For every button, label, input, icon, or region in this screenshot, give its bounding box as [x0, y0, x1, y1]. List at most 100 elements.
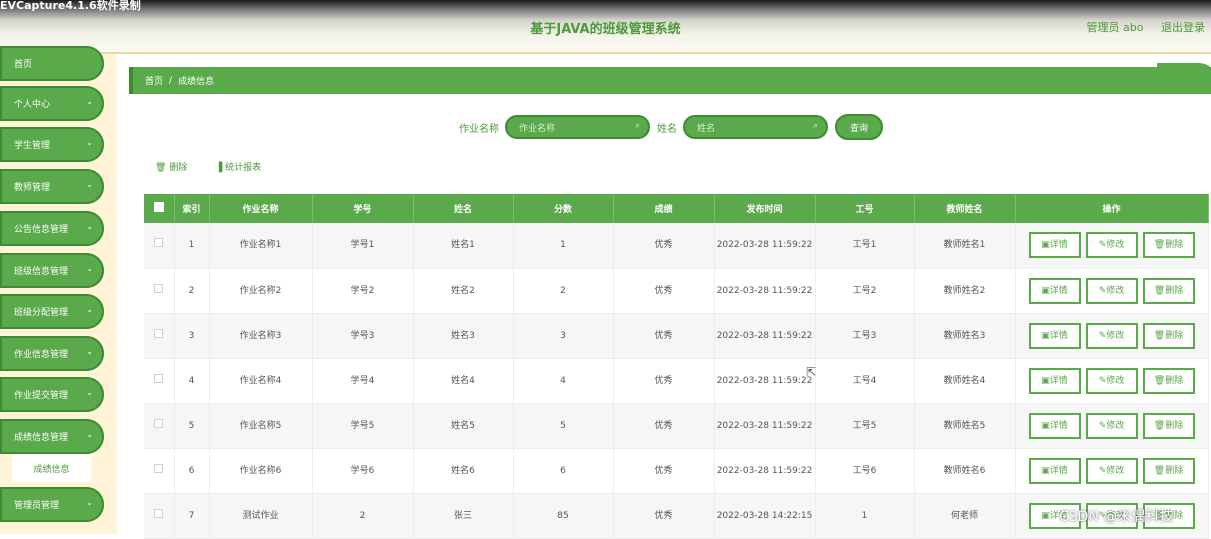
- sidebar-item[interactable]: 成绩信息管理 ⌄: [0, 419, 104, 454]
- detail-button[interactable]: ▣ 详情: [1028, 412, 1081, 439]
- delete-button[interactable]: 🗑 删除: [1142, 457, 1195, 484]
- row-checkbox[interactable]: [144, 448, 175, 494]
- table-row: 1 作业名称1 学号1 姓名1 1 优秀 2022-03-28 11:59:22 工号1 教师姓…: [144, 223, 1209, 269]
- trash-icon: 🗑: [1153, 375, 1166, 386]
- table-cell: 优秀: [613, 313, 715, 359]
- table-cell: 学号6: [312, 448, 414, 494]
- checkbox-icon: [154, 508, 164, 518]
- table-cell: 作业名称5: [209, 403, 313, 449]
- trash-icon: 🗑: [1153, 285, 1166, 296]
- select-all-checkbox[interactable]: [144, 194, 175, 223]
- table-cell: 教师姓名2: [914, 268, 1016, 314]
- trash-icon: 🗑: [1153, 330, 1166, 341]
- sidebar-subitem-scores[interactable]: 成绩信息: [12, 454, 91, 482]
- edit-button[interactable]: ✎ 修改: [1085, 232, 1138, 259]
- row-checkbox[interactable]: [144, 403, 175, 449]
- document-icon: ▣: [1041, 285, 1050, 296]
- table-cell: 姓名2: [413, 268, 514, 314]
- document-icon: ▣: [1041, 465, 1050, 476]
- checkbox-icon: [154, 328, 164, 338]
- table-cell: 2022-03-28 11:59:22: [714, 403, 816, 449]
- column-header: 成绩: [613, 194, 715, 223]
- query-button[interactable]: 查询: [835, 114, 883, 140]
- table-cell: 2022-03-28 11:59:22: [714, 223, 816, 269]
- sidebar-item[interactable]: 首页: [0, 46, 104, 81]
- detail-button[interactable]: ▣ 详情: [1028, 232, 1081, 259]
- breadcrumb-home[interactable]: 首页: [145, 74, 163, 87]
- table-cell: 3: [513, 313, 614, 359]
- table-row: 7 测试作业 2 张三 85 优秀 2022-03-28 14:22:15 1 何老师 ▣ 详情 ✎…: [144, 493, 1209, 539]
- edit-button[interactable]: ✎ 修改: [1085, 412, 1138, 439]
- breadcrumb: 首页 / 成绩信息: [129, 63, 1211, 94]
- sidebar-item-label: 个人中心: [14, 100, 51, 110]
- sidebar-item[interactable]: 管理员管理 ⌄: [0, 487, 104, 522]
- sidebar-item[interactable]: 公告信息管理 ⌄: [0, 211, 104, 246]
- sidebar-item[interactable]: 班级分配管理 ⌄: [0, 294, 104, 329]
- row-checkbox[interactable]: [144, 268, 175, 314]
- row-checkbox[interactable]: [144, 313, 175, 359]
- toolbar: 🗑 删除 ▐ 统计报表: [155, 160, 261, 173]
- delete-button[interactable]: 🗑 删除: [1142, 412, 1195, 439]
- chevron-down-icon: ⌄: [86, 347, 93, 356]
- sidebar-item[interactable]: 作业信息管理 ⌄: [0, 336, 104, 371]
- edit-button[interactable]: ✎ 修改: [1085, 322, 1138, 349]
- sidebar-item-label: 作业提交管理: [14, 391, 69, 401]
- edit-button[interactable]: ✎ 修改: [1085, 367, 1138, 394]
- table-cell: 作业名称4: [209, 358, 313, 404]
- table-cell: 姓名5: [413, 403, 514, 449]
- sidebar-item-label: 公告信息管理: [14, 225, 69, 235]
- table-cell: 优秀: [613, 223, 715, 269]
- row-checkbox[interactable]: [144, 223, 175, 269]
- statistics-report-button[interactable]: ▐ 统计报表: [215, 160, 261, 173]
- search-icon: ⌕: [812, 121, 818, 131]
- checkbox-icon: [154, 283, 164, 293]
- logout-link[interactable]: 退出登录: [1161, 21, 1205, 34]
- table-cell: 2022-03-28 11:59:22: [714, 358, 816, 404]
- table-cell: 优秀: [613, 403, 715, 449]
- detail-button[interactable]: ▣ 详情: [1028, 457, 1081, 484]
- table-cell: 工号6: [815, 448, 915, 494]
- column-header: 操作: [1015, 194, 1209, 223]
- sidebar-item-label: 学生管理: [14, 141, 51, 151]
- table-cell: 工号4: [815, 358, 915, 404]
- table-cell: 6: [174, 448, 210, 494]
- homework-name-input[interactable]: 作业名称 ⌕: [505, 115, 650, 139]
- sidebar-item[interactable]: 个人中心 ⌄: [0, 86, 104, 121]
- detail-button[interactable]: ▣ 详情: [1028, 322, 1081, 349]
- table-cell: 教师姓名5: [914, 403, 1016, 449]
- row-checkbox[interactable]: [144, 358, 175, 404]
- breadcrumb-separator: /: [169, 75, 173, 86]
- sidebar-item[interactable]: 学生管理 ⌄: [0, 127, 104, 162]
- table-cell: 姓名3: [413, 313, 514, 359]
- checkbox-icon: [154, 238, 164, 248]
- document-icon: ▣: [1041, 330, 1050, 341]
- student-name-input[interactable]: 姓名 ⌕: [683, 115, 828, 139]
- sidebar-item-label: 成绩信息管理: [14, 433, 69, 443]
- detail-button[interactable]: ▣ 详情: [1028, 367, 1081, 394]
- table-cell: 3: [174, 313, 210, 359]
- table-cell: 1: [815, 493, 915, 539]
- sidebar-item[interactable]: 班级信息管理 ⌄: [0, 253, 104, 288]
- breadcrumb-current: 成绩信息: [178, 77, 215, 87]
- delete-button[interactable]: 🗑 删除: [1142, 232, 1195, 259]
- document-icon: ▣: [1041, 375, 1050, 386]
- delete-button[interactable]: 🗑 删除: [1142, 367, 1195, 394]
- table-cell: 学号3: [312, 313, 414, 359]
- homework-name-label: 作业名称: [459, 124, 499, 135]
- edit-button[interactable]: ✎ 修改: [1085, 457, 1138, 484]
- row-checkbox[interactable]: [144, 493, 175, 539]
- edit-button[interactable]: ✎ 修改: [1085, 277, 1138, 304]
- table-cell: 学号1: [312, 223, 414, 269]
- delete-button[interactable]: 🗑 删除: [1142, 277, 1195, 304]
- search-bar: 作业名称 作业名称 ⌕ 姓名 姓名 ⌕ 查询: [117, 113, 1211, 141]
- pencil-icon: ✎: [1098, 285, 1107, 296]
- table-cell: 工号3: [815, 313, 915, 359]
- detail-button[interactable]: ▣ 详情: [1028, 277, 1081, 304]
- column-header: 索引: [174, 194, 210, 223]
- sidebar-item[interactable]: 教师管理 ⌄: [0, 169, 104, 204]
- delete-button[interactable]: 🗑 删除: [1142, 322, 1195, 349]
- bulk-delete-button[interactable]: 🗑 删除: [155, 160, 187, 173]
- row-actions: ▣ 详情 ✎ 修改 🗑 删除: [1015, 223, 1209, 269]
- checkbox-icon: [154, 373, 164, 383]
- sidebar-item[interactable]: 作业提交管理 ⌄: [0, 377, 104, 412]
